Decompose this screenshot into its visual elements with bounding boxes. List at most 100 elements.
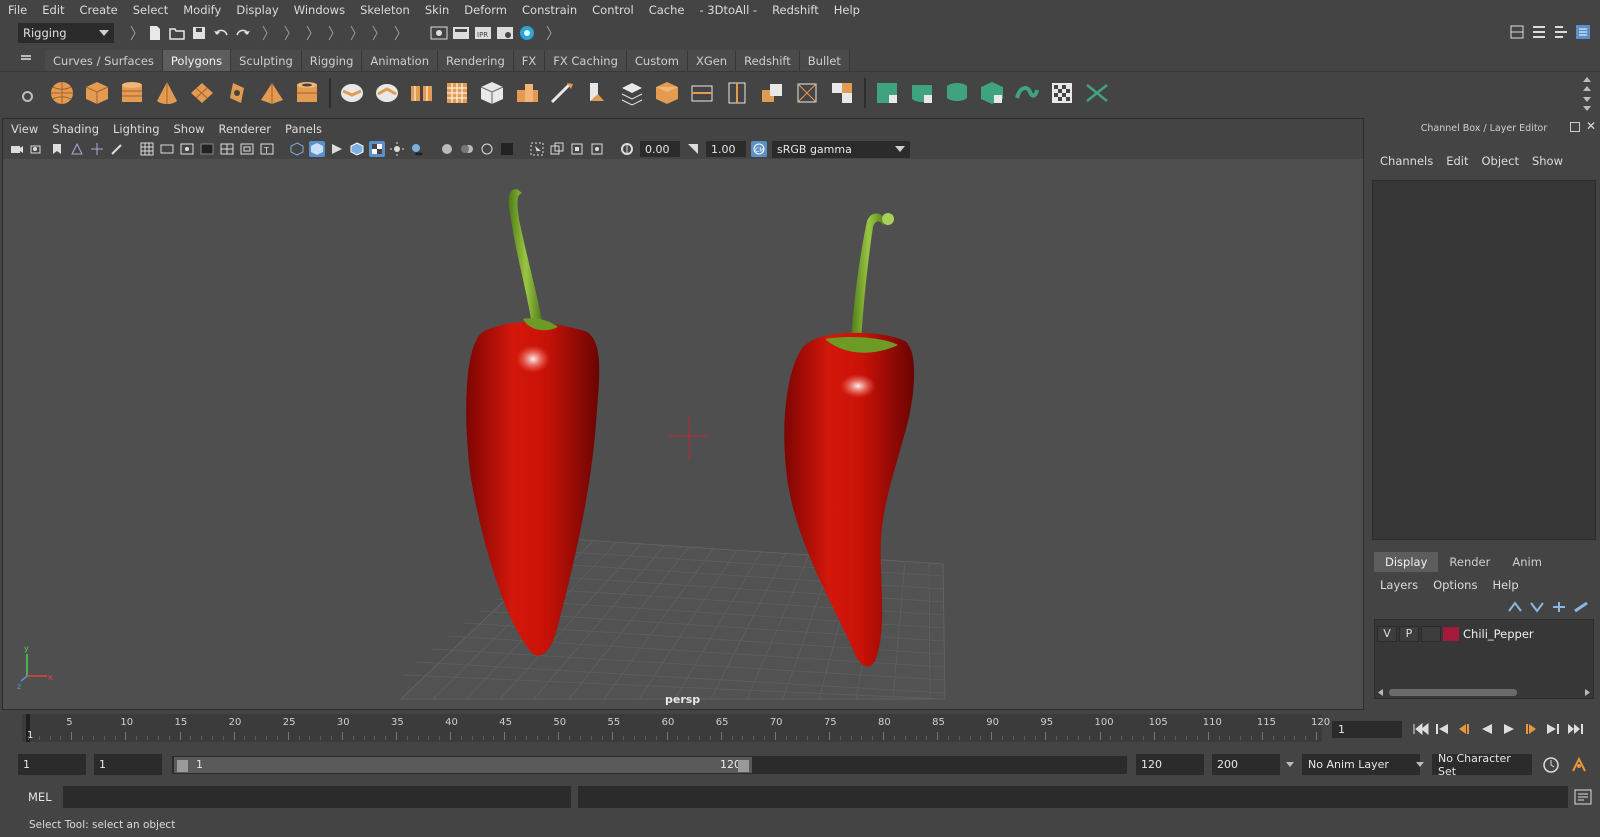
float-panel-icon[interactable]	[1570, 122, 1580, 132]
shelf-tab-rendering[interactable]: Rendering	[438, 50, 514, 71]
smooth-icon[interactable]	[442, 78, 472, 108]
channel-box-menu-edit[interactable]: Edit	[1446, 154, 1468, 168]
poly-pipe-icon[interactable]	[292, 78, 322, 108]
chevron-down-icon[interactable]	[1416, 762, 1424, 767]
hypershade-icon[interactable]	[518, 24, 536, 42]
viewport-menu-renderer[interactable]: Renderer	[219, 122, 272, 136]
gate-mask-icon[interactable]	[199, 141, 215, 157]
collapse-handle-icon[interactable]	[366, 24, 384, 42]
wireframe-on-shaded-icon[interactable]	[349, 141, 365, 157]
layer-display-type-toggle[interactable]	[1421, 625, 1441, 642]
chevron-down-icon[interactable]	[1286, 762, 1294, 767]
target-weld-icon[interactable]	[792, 78, 822, 108]
gamma-field[interactable]: 1.00	[706, 141, 746, 157]
shelf-settings-gear-icon[interactable]	[22, 91, 33, 102]
combine-icon[interactable]	[337, 78, 367, 108]
new-layer-selected-icon[interactable]	[1572, 598, 1590, 616]
menu-create[interactable]: Create	[80, 3, 118, 17]
menu-constrain[interactable]: Constrain	[522, 3, 577, 17]
render-view-icon[interactable]	[430, 24, 448, 42]
render-frame-icon[interactable]	[452, 24, 470, 42]
viewport-menu-panels[interactable]: Panels	[285, 122, 322, 136]
animation-preferences-icon[interactable]	[1570, 756, 1588, 774]
layer-tab-display[interactable]: Display	[1374, 552, 1439, 572]
perspective-viewport[interactable]: y x z persp	[3, 159, 1363, 709]
viewport-menu-lighting[interactable]: Lighting	[113, 122, 159, 136]
poly-plane-icon[interactable]	[187, 78, 217, 108]
select-camera-icon[interactable]	[9, 141, 25, 157]
two-d-pan-zoom-icon[interactable]	[89, 141, 105, 157]
undo-icon[interactable]	[212, 24, 230, 42]
channel-box-menu-show[interactable]: Show	[1532, 154, 1563, 168]
script-editor-icon[interactable]	[1574, 789, 1592, 805]
menu-redshift[interactable]: Redshift	[772, 3, 819, 17]
shadows-icon[interactable]	[409, 141, 425, 157]
uv-editor-icon[interactable]	[1047, 78, 1077, 108]
play-backwards-icon[interactable]	[1476, 720, 1498, 738]
layer-playback-toggle[interactable]: P	[1399, 625, 1419, 642]
exposure-field[interactable]: 0.00	[640, 141, 680, 157]
bridge-icon[interactable]	[547, 78, 577, 108]
film-gate-icon[interactable]	[159, 141, 175, 157]
shelf-tab-xgen[interactable]: XGen	[687, 50, 737, 71]
step-back-key-icon[interactable]	[1454, 720, 1476, 738]
layer-menu-layers[interactable]: Layers	[1380, 578, 1418, 592]
xray-active-components-icon[interactable]	[569, 141, 585, 157]
viewport-menu-view[interactable]: View	[11, 122, 38, 136]
collapse-handle-icon[interactable]	[300, 24, 318, 42]
shelf-tab-curves-surfaces[interactable]: Curves / Surfaces	[45, 50, 163, 71]
menu-modify[interactable]: Modify	[183, 3, 221, 17]
uv-spherical-icon[interactable]	[942, 78, 972, 108]
collapse-handle-icon[interactable]	[278, 24, 296, 42]
grid-icon[interactable]	[139, 141, 155, 157]
poly-cylinder-icon[interactable]	[117, 78, 147, 108]
save-scene-icon[interactable]	[190, 24, 208, 42]
render-settings-icon[interactable]	[496, 24, 514, 42]
view-transform-dropdown[interactable]: sRGB gamma	[772, 140, 910, 158]
script-language-toggle[interactable]: MEL	[28, 790, 52, 804]
layer-menu-options[interactable]: Options	[1433, 578, 1477, 592]
multisample-aa-icon[interactable]	[479, 141, 495, 157]
shelf-scroll-arrows[interactable]	[1582, 76, 1592, 112]
screen-space-ao-icon[interactable]	[439, 141, 455, 157]
menu-set-dropdown[interactable]: Rigging	[18, 23, 114, 43]
step-forward-key-icon[interactable]	[1520, 720, 1542, 738]
close-icon[interactable]: ✕	[1586, 119, 1596, 133]
shelf-tab-fx[interactable]: FX	[513, 50, 546, 71]
shelf-tab-custom[interactable]: Custom	[626, 50, 688, 71]
append-polygon-icon[interactable]	[617, 78, 647, 108]
range-slider-fill[interactable]: 1 120	[174, 757, 752, 773]
poly-cone-icon[interactable]	[152, 78, 182, 108]
textured-icon[interactable]	[369, 141, 385, 157]
camera-attributes-icon[interactable]	[29, 141, 45, 157]
layer-tab-render[interactable]: Render	[1438, 552, 1501, 572]
isolate-select-icon[interactable]	[529, 141, 545, 157]
channel-box-menu-channels[interactable]: Channels	[1380, 154, 1433, 168]
collapse-handle-icon[interactable]	[540, 24, 558, 42]
poly-torus-icon[interactable]	[222, 78, 252, 108]
boolean-icon[interactable]	[477, 78, 507, 108]
uv-cut-sew-icon[interactable]	[1082, 78, 1112, 108]
bevel-icon[interactable]	[582, 78, 612, 108]
menu-control[interactable]: Control	[592, 3, 634, 17]
move-layer-up-icon[interactable]	[1506, 598, 1524, 616]
poly-sphere-icon[interactable]	[47, 78, 77, 108]
attribute-editor-icon[interactable]	[1530, 23, 1548, 41]
depth-of-field-icon[interactable]	[499, 141, 515, 157]
exposure-icon[interactable]	[619, 141, 635, 157]
range-start-handle[interactable]	[177, 760, 188, 772]
collapse-handle-icon[interactable]	[344, 24, 362, 42]
shelf-tab-redshift[interactable]: Redshift	[736, 50, 800, 71]
menu-3dtoall[interactable]: - 3DtoAll -	[699, 3, 757, 17]
menu-select[interactable]: Select	[133, 3, 168, 17]
channel-list[interactable]	[1372, 180, 1596, 540]
layer-color-swatch[interactable]	[1443, 626, 1459, 641]
menu-skeleton[interactable]: Skeleton	[360, 3, 410, 17]
menu-edit[interactable]: Edit	[42, 3, 64, 17]
redo-icon[interactable]	[234, 24, 252, 42]
menu-display[interactable]: Display	[236, 3, 278, 17]
menu-file[interactable]: File	[8, 3, 27, 17]
image-plane-icon[interactable]	[69, 141, 85, 157]
extrude-icon[interactable]	[512, 78, 542, 108]
use-all-lights-icon[interactable]	[389, 141, 405, 157]
